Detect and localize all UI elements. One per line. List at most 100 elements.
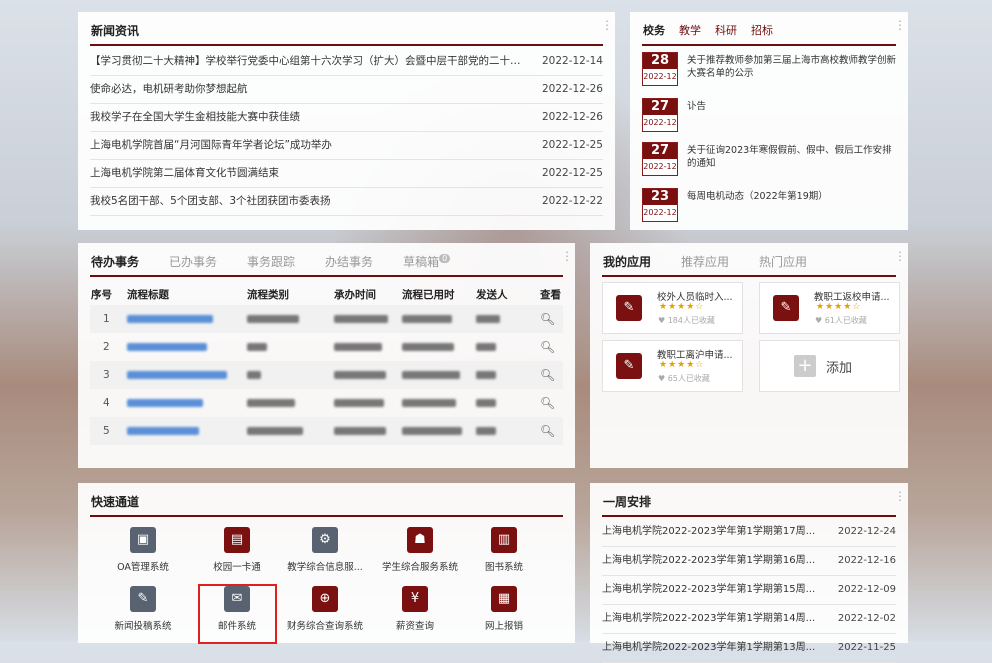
notice-item[interactable]: 23 2022-12 每周电机动态（2022年第19期） (642, 188, 896, 228)
tab-my-apps[interactable]: 我的应用 (603, 253, 651, 270)
news-item[interactable]: 上海电机学院首届“月河国际青年学者论坛”成功举办 2022-12-25 (90, 132, 603, 160)
schedule-item[interactable]: 上海电机学院2022-2023学年第1学期第15周... 2022-12-09 (602, 576, 896, 605)
news-item[interactable]: 使命必达，电机研考助你梦想起航 2022-12-26 (90, 76, 603, 104)
date-badge: 27 2022-12 (642, 98, 678, 132)
table-row: 5 🔍︎ (90, 417, 563, 445)
col-no: 序号 (91, 288, 112, 301)
divider (90, 275, 563, 277)
quick-title: 快速通道 (91, 495, 140, 509)
quick-item-oa[interactable]: ▣ OA管理系统 (98, 527, 188, 573)
tab-recommended-apps[interactable]: 推荐应用 (681, 253, 729, 270)
redacted-text (334, 399, 384, 407)
form-edit-icon: ✎ (616, 353, 642, 379)
tab-teaching[interactable]: 教学 (679, 22, 701, 38)
draft-count-badge: 0 (439, 254, 451, 263)
redacted-title[interactable] (127, 315, 213, 323)
col-category: 流程类别 (247, 288, 289, 301)
heart-icon: ♥ (658, 316, 666, 325)
redacted-title[interactable] (127, 371, 227, 379)
col-sender: 发送人 (476, 288, 508, 301)
quick-item-campus-card[interactable]: ▤ 校园一卡通 (192, 527, 282, 573)
more-icon[interactable]: ⋮ (601, 19, 613, 31)
table-row: 3 🔍︎ (90, 361, 563, 389)
redacted-title[interactable] (127, 343, 207, 351)
redacted-text (334, 371, 386, 379)
tab-school-affairs[interactable]: 校务 (643, 22, 665, 38)
redacted-text (476, 371, 496, 379)
schedule-item[interactable]: 上海电机学院2022-2023学年第1学期第14周... 2022-12-02 (602, 605, 896, 634)
quick-item-library[interactable]: ▥ 图书系统 (459, 527, 549, 573)
search-icon[interactable]: 🔍︎ (540, 424, 555, 438)
quick-item-teaching[interactable]: ⚙ 教学综合信息服... (280, 527, 370, 573)
heart-icon: ♥ (658, 374, 666, 383)
date-badge: 28 2022-12 (642, 52, 678, 86)
app-card[interactable]: ✎ 教职工离沪申请... ★★★★☆ ♥ 65人已收藏 (602, 340, 743, 392)
divider (90, 515, 563, 517)
tab-research[interactable]: 科研 (715, 22, 737, 38)
heart-icon: ♥ (815, 316, 823, 325)
search-icon[interactable]: 🔍︎ (540, 340, 555, 354)
redacted-text (334, 315, 388, 323)
redacted-text (476, 315, 500, 323)
notice-item[interactable]: 27 2022-12 关于征询2023年寒假假前、假中、假后工作安排的通知 (642, 142, 896, 182)
quick-item-reimburse[interactable]: ▦ 网上报销 (459, 586, 549, 632)
redacted-text (476, 427, 496, 435)
reimburse-icon: ▦ (491, 586, 517, 612)
mail-highlight-box (198, 584, 277, 644)
tasks-panel: 待办事务 已办事务 事务跟踪 办结事务 草稿箱 0 ⋮ 序号 流程标题 流程类别 … (78, 243, 575, 468)
redacted-text (476, 399, 496, 407)
more-icon[interactable]: ⋮ (561, 250, 573, 262)
tab-finished[interactable]: 办结事务 (325, 253, 373, 270)
apps-panel: 我的应用 推荐应用 热门应用 ⋮ ✎ 校外人员临时入... ★★★★☆ ♥ 18… (590, 243, 908, 468)
quick-item-news-submit[interactable]: ✎ 新闻投稿系统 (98, 586, 188, 632)
notices-panel: 校务 教学 科研 招标 ⋮ 28 2022-12 关于推荐教师参加第三届上海市高校… (630, 12, 908, 230)
news-item[interactable]: 上海电机学院第二届体育文化节圆满结束 2022-12-25 (90, 160, 603, 188)
tab-drafts[interactable]: 草稿箱 0 (403, 253, 451, 270)
quick-item-salary[interactable]: ¥ 薪资查询 (370, 586, 460, 632)
col-title: 流程标题 (127, 288, 169, 301)
search-icon[interactable]: 🔍︎ (540, 368, 555, 382)
divider (642, 44, 896, 46)
plus-icon: + (794, 355, 816, 377)
divider (90, 44, 603, 46)
tab-bidding[interactable]: 招标 (751, 22, 773, 38)
tab-tracking[interactable]: 事务跟踪 (247, 253, 295, 270)
tab-popular-apps[interactable]: 热门应用 (759, 253, 807, 270)
date-badge: 23 2022-12 (642, 188, 678, 222)
news-item[interactable]: 我校学子在全国大学生金相技能大赛中获佳绩 2022-12-26 (90, 104, 603, 132)
search-icon[interactable]: 🔍︎ (540, 396, 555, 410)
redacted-title[interactable] (127, 399, 203, 407)
divider (602, 275, 896, 277)
quick-item-finance-query[interactable]: ⊕ 财务综合查询系统 (280, 586, 370, 632)
notice-item[interactable]: 27 2022-12 讣告 (642, 98, 896, 138)
redacted-text (247, 399, 295, 407)
teaching-icon: ⚙ (312, 527, 338, 553)
app-card[interactable]: ✎ 教职工返校申请... ★★★★☆ ♥ 61人已收藏 (759, 282, 900, 334)
schedule-item[interactable]: 上海电机学院2022-2023学年第1学期第13周... 2022-11-25 (602, 634, 896, 663)
col-time: 承办时间 (334, 288, 376, 301)
more-icon[interactable]: ⋮ (894, 490, 906, 502)
news-item[interactable]: 【学习贯彻二十大精神】学校举行党委中心组第十六次学习（扩大）会暨中层干部党的二十… (90, 48, 603, 76)
more-icon[interactable]: ⋮ (894, 19, 906, 31)
card-icon: ▤ (224, 527, 250, 553)
app-card[interactable]: ✎ 校外人员临时入... ★★★★☆ ♥ 184人已收藏 (602, 282, 743, 334)
news-item[interactable]: 我校5名团干部、5个团支部、3个社团获团市委表扬 2022-12-22 (90, 188, 603, 216)
redacted-text (247, 371, 261, 379)
finance-search-icon: ⊕ (312, 586, 338, 612)
quick-item-student-service[interactable]: ☗ 学生综合服务系统 (375, 527, 465, 573)
schedule-item[interactable]: 上海电机学院2022-2023学年第1学期第16周... 2022-12-16 (602, 547, 896, 576)
col-view: 查看 (540, 288, 561, 301)
tab-todo[interactable]: 待办事务 (91, 253, 139, 270)
week-title: 一周安排 (603, 495, 652, 509)
quick-access-panel: 快速通道 ▣ OA管理系统 ▤ 校园一卡通 ⚙ 教学综合信息服... ☗ 学生综合服务系… (78, 483, 575, 643)
schedule-item[interactable]: 上海电机学院2022-2023学年第1学期第17周... 2022-12-24 (602, 518, 896, 547)
redacted-title[interactable] (127, 427, 199, 435)
salary-icon: ¥ (402, 586, 428, 612)
search-icon[interactable]: 🔍︎ (540, 312, 555, 326)
redacted-text (402, 427, 462, 435)
table-row: 4 🔍︎ (103, 396, 556, 410)
more-icon[interactable]: ⋮ (894, 250, 906, 262)
add-app-button[interactable]: + 添加 (759, 340, 900, 392)
notice-item[interactable]: 28 2022-12 关于推荐教师参加第三届上海市高校教师教学创新大赛名单的公示 (642, 52, 896, 92)
tab-done[interactable]: 已办事务 (169, 253, 217, 270)
